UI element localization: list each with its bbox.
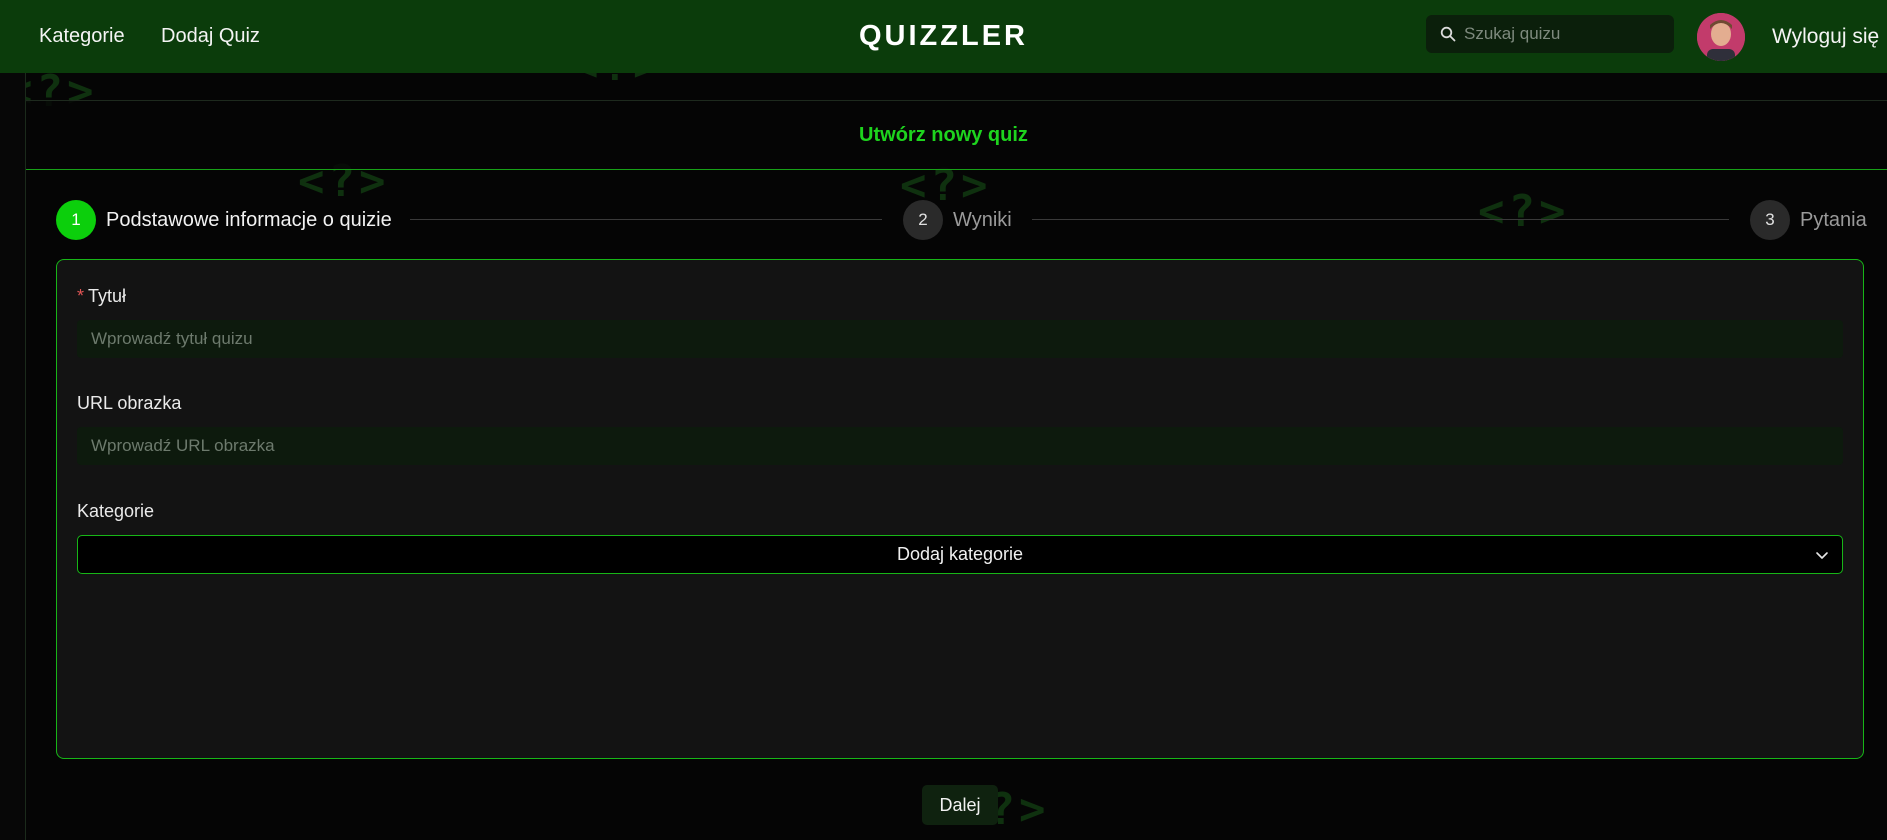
step-basic-info[interactable]: 1 Podstawowe informacje o quizie (56, 200, 392, 240)
user-avatar[interactable] (1697, 13, 1745, 61)
avatar-image (1697, 13, 1745, 61)
quiz-form-card: *Tytuł URL obrazka Kategorie Dodaj kateg… (56, 259, 1864, 759)
image-url-label: URL obrazka (77, 393, 182, 413)
title-input[interactable] (77, 320, 1843, 358)
required-mark: * (77, 286, 85, 306)
stepper-connector (410, 219, 882, 220)
panel-header: Utwórz nowy quiz (26, 100, 1887, 170)
logout-link[interactable]: Wyloguj się (1772, 0, 1879, 73)
brand-text: QUIZZLER (859, 20, 1028, 52)
next-button[interactable]: Dalej (922, 785, 998, 825)
step-number: 3 (1750, 200, 1790, 240)
search-icon (1440, 26, 1456, 42)
step-number: 1 (56, 200, 96, 240)
categories-label: Kategorie (77, 501, 155, 521)
chevron-down-icon (1816, 552, 1828, 559)
stepper-connector (1032, 219, 1729, 220)
step-questions[interactable]: 3 Pytania (1750, 200, 1867, 240)
step-results[interactable]: 2 Wyniki (903, 200, 1012, 240)
left-frame (0, 73, 26, 840)
step-number: 2 (903, 200, 943, 240)
image-url-input[interactable] (77, 427, 1843, 465)
title-field-label: * Tytuł (77, 286, 126, 307)
step-label: Pytania (1800, 208, 1867, 231)
background-glyph: <?> (1478, 186, 1570, 237)
page-title: Utwórz nowy quiz (859, 123, 1028, 146)
step-label: Wyniki (953, 208, 1012, 231)
categories-select-value: Dodaj kategorie (896, 544, 1024, 564)
categories-select[interactable]: Dodaj kategorie (77, 535, 1843, 574)
step-label: Podstawowe informacje o quizie (106, 208, 392, 231)
title-label-text: Tytuł (88, 286, 127, 306)
top-navbar: Kategorie Dodaj Quiz QUIZZLER Wyloguj si… (0, 0, 1887, 73)
search-input[interactable] (1464, 24, 1664, 44)
search-box[interactable] (1426, 15, 1674, 53)
